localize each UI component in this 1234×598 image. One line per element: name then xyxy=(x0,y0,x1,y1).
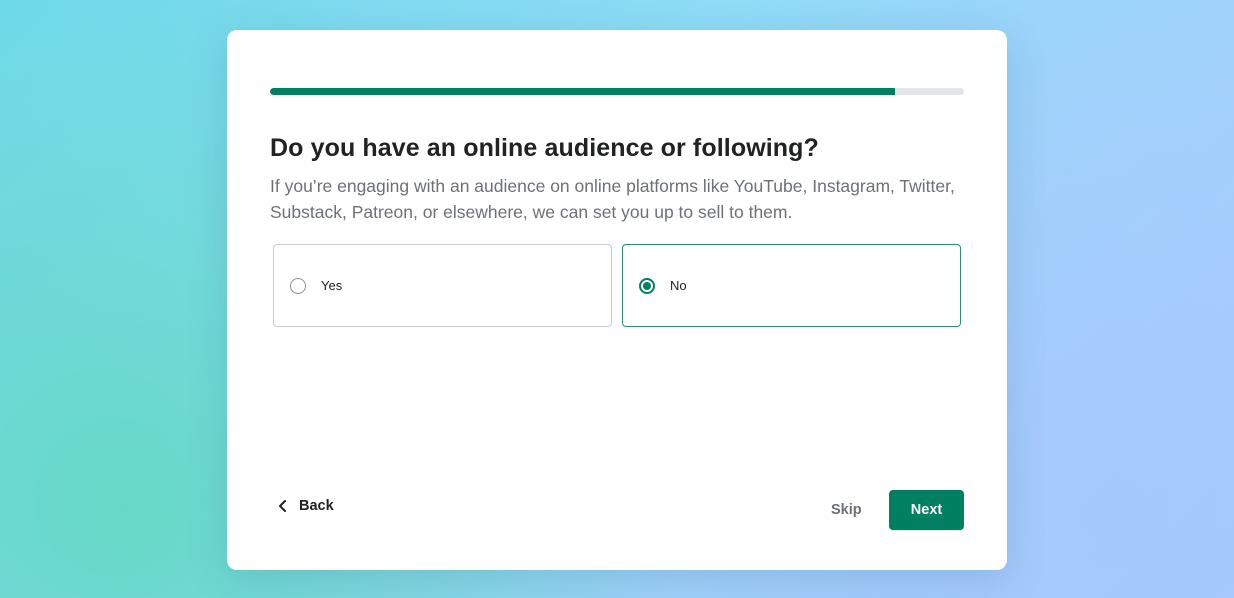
option-yes-radio[interactable] xyxy=(290,277,306,294)
chevron-left-icon xyxy=(277,499,289,513)
question-description: If you’re engaging with an audience on o… xyxy=(270,176,955,222)
skip-button[interactable]: Skip xyxy=(831,502,862,518)
progress-bar xyxy=(270,88,964,95)
back-button-label: Back xyxy=(299,498,334,514)
option-no-label: No xyxy=(670,278,687,293)
answer-options: Yes No xyxy=(273,244,961,327)
option-yes-label: Yes xyxy=(321,278,343,293)
progress-bar-fill xyxy=(270,88,895,95)
option-yes[interactable]: Yes xyxy=(273,244,612,327)
next-button[interactable]: Next xyxy=(889,490,964,530)
back-button[interactable]: Back xyxy=(277,498,334,514)
question-title: Do you have an online audience or follow… xyxy=(270,134,819,162)
onboarding-card: Do you have an online audience or follow… xyxy=(227,30,1007,570)
option-no[interactable]: No xyxy=(622,244,961,327)
option-no-radio[interactable] xyxy=(639,277,655,294)
